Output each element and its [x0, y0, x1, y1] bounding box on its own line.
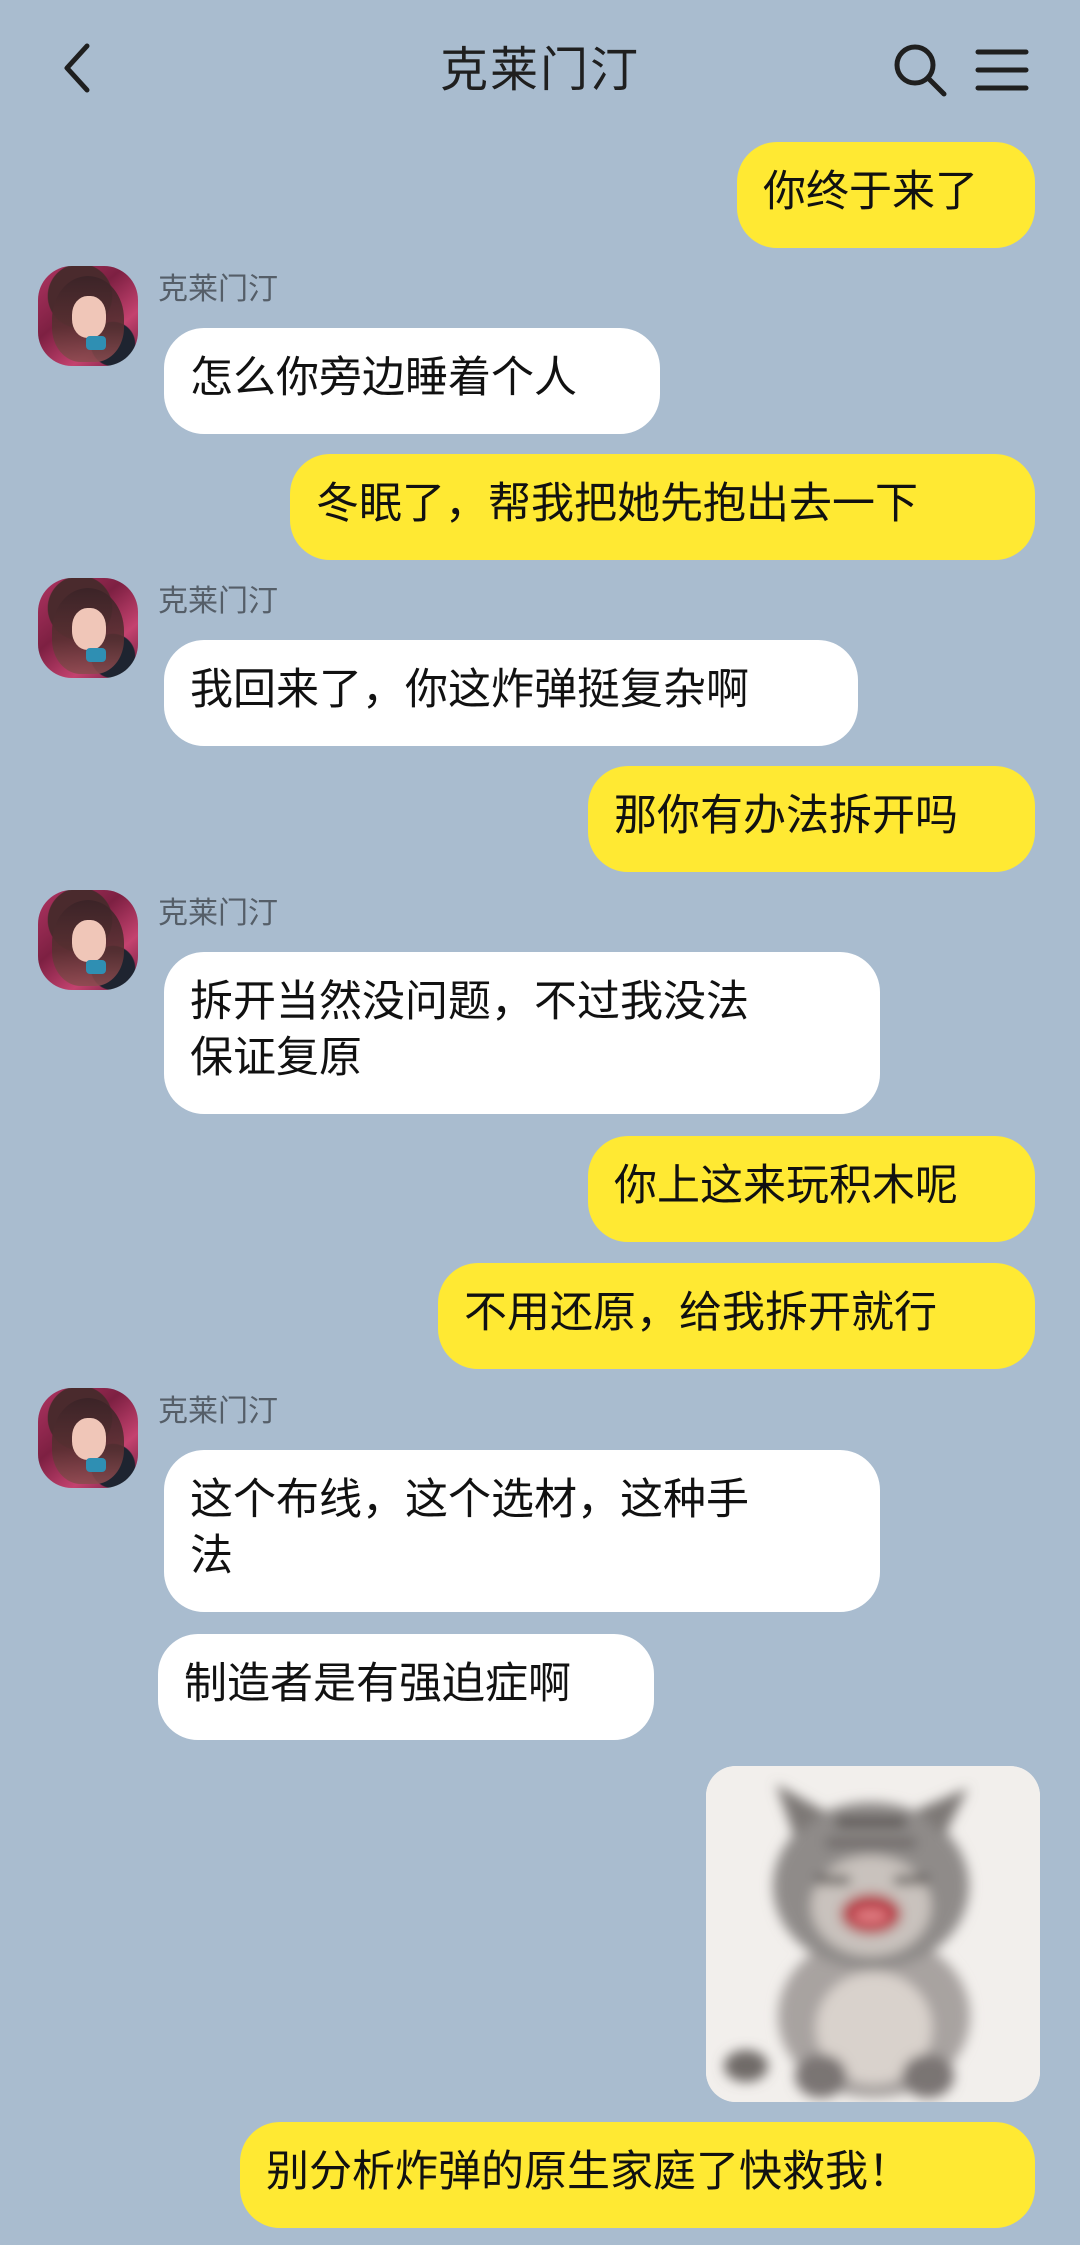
outgoing-message[interactable]: 你终于来了	[737, 142, 1035, 248]
avatar[interactable]	[38, 1388, 138, 1488]
avatar[interactable]	[38, 578, 138, 678]
crying-cat-sticker[interactable]	[706, 1766, 1040, 2102]
incoming-message[interactable]: 我回来了，你这炸弹挺复杂啊	[164, 640, 858, 746]
search-button[interactable]	[890, 40, 950, 100]
sender-name: 克莱门汀	[158, 896, 278, 931]
avatar[interactable]	[38, 890, 138, 990]
search-icon	[894, 44, 947, 97]
avatar[interactable]	[38, 266, 138, 366]
outgoing-message[interactable]: 那你有办法拆开吗	[588, 766, 1035, 872]
outgoing-message[interactable]: 不用还原，给我拆开就行	[438, 1263, 1035, 1369]
incoming-message[interactable]: 怎么你旁边睡着个人	[164, 328, 660, 434]
outgoing-message[interactable]: 冬眠了，帮我把她先抱出去一下	[290, 454, 1035, 560]
cat-sticker-icon	[706, 1766, 1040, 2102]
incoming-message[interactable]: 拆开当然没问题，不过我没法 保证复原	[164, 952, 880, 1114]
menu-icon	[975, 49, 1029, 91]
sender-name: 克莱门汀	[158, 272, 278, 307]
outgoing-message[interactable]: 你上这来玩积木呢	[588, 1136, 1035, 1242]
outgoing-message[interactable]: 别分析炸弹的原生家庭了快救我！	[240, 2122, 1035, 2228]
incoming-message[interactable]: 制造者是有强迫症啊	[158, 1634, 654, 1740]
sender-name: 克莱门汀	[158, 1394, 278, 1429]
menu-button[interactable]	[974, 42, 1030, 98]
chat-header: 克莱门汀	[0, 0, 1080, 140]
incoming-message[interactable]: 这个布线，这个选材，这种手 法	[164, 1450, 880, 1612]
sender-name: 克莱门汀	[158, 584, 278, 619]
